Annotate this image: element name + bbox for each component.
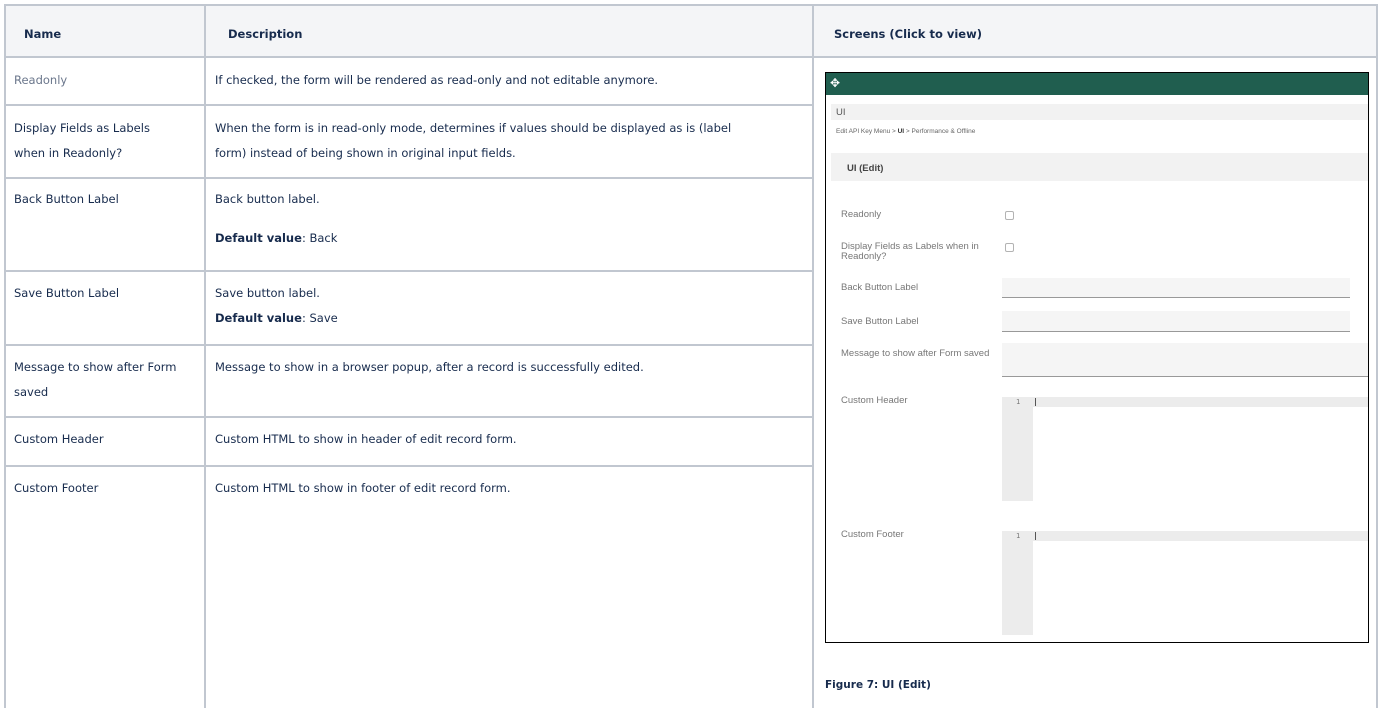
grid-line: [4, 344, 814, 346]
window-titlebar: ✥: [826, 73, 1368, 95]
row-name-save-button: Save Button Label: [14, 286, 120, 300]
back-button-label-input[interactable]: [1002, 278, 1350, 298]
grid-line: [4, 4, 6, 708]
field-label-display-labels: Display Fields as Labels when in Readonl…: [841, 241, 979, 262]
field-label-message: Message to show after Form saved: [841, 348, 990, 359]
row-desc-custom-header: Custom HTML to show in header of edit re…: [215, 432, 517, 446]
row-name-line: saved: [14, 385, 49, 399]
row-desc-display-fields: When the form is in read-only mode, dete…: [215, 116, 731, 166]
table-header: Name Description Screens (Click to view): [4, 4, 1378, 57]
default-value-key: Default value: [215, 231, 302, 245]
default-value: : Save: [301, 311, 338, 325]
grid-line: [4, 4, 1378, 6]
form-title-band: [831, 153, 1368, 181]
row-name-line: Message to show after Form: [14, 360, 177, 374]
field-label-custom-footer: Custom Footer: [841, 529, 904, 540]
message-input[interactable]: [1002, 343, 1368, 377]
custom-header-gutter: [1002, 397, 1033, 501]
header-name: Name: [24, 27, 62, 41]
custom-header-editor-line[interactable]: [1002, 397, 1368, 407]
breadcrumb: Edit API Key Menu > UI > Performance & O…: [836, 128, 975, 135]
save-button-label-input[interactable]: [1002, 311, 1350, 332]
grid-line: [4, 270, 814, 272]
display-labels-checkbox[interactable]: [1005, 243, 1014, 252]
row-desc-line: Save button label.: [215, 286, 320, 300]
grid-line: [4, 177, 814, 179]
custom-footer-editor-line[interactable]: [1002, 531, 1368, 541]
default-value: : Back: [301, 231, 338, 245]
row-desc-back-button: Back button label. Default value: Back: [215, 187, 337, 251]
figure-caption: Figure 7: UI (Edit): [825, 679, 931, 691]
readonly-checkbox[interactable]: [1005, 211, 1014, 220]
row-desc-readonly: If checked, the form will be rendered as…: [215, 73, 659, 87]
field-label-save-button: Save Button Label: [841, 316, 919, 327]
row-desc-line: form) instead of being shown in original…: [215, 146, 516, 160]
grid-line: [4, 56, 1378, 58]
text-cursor: [1035, 398, 1036, 406]
default-value-line: Default value: Save: [215, 306, 338, 331]
grid-line: [4, 104, 814, 106]
default-value-line: Default value: Back: [215, 226, 337, 251]
row-name-custom-header: Custom Header: [14, 432, 104, 446]
header-screens: Screens (Click to view): [834, 27, 982, 41]
text-cursor: [1035, 532, 1036, 540]
grid-line: [4, 416, 814, 418]
header-description: Description: [228, 27, 303, 41]
row-desc-line: Back button label.: [215, 192, 320, 206]
line-number: 1: [1016, 532, 1021, 540]
grid-line: [204, 4, 206, 708]
row-name-custom-footer: Custom Footer: [14, 481, 99, 495]
custom-footer-gutter: [1002, 531, 1033, 635]
grid-line: [812, 4, 814, 708]
row-desc-custom-footer: Custom HTML to show in footer of edit re…: [215, 481, 511, 495]
row-name-message: Message to show after Form saved: [14, 355, 176, 405]
section-title: UI: [836, 107, 846, 118]
row-name-back-button: Back Button Label: [14, 192, 119, 206]
row-name-line: Display Fields as Labels: [14, 121, 150, 135]
row-desc-line: When the form is in read-only mode, dete…: [215, 121, 732, 135]
grid-line: [4, 465, 814, 467]
breadcrumb-prefix: Edit API Key Menu >: [836, 128, 898, 135]
row-name-display-fields: Display Fields as Labels when in Readonl…: [14, 116, 150, 166]
row-name-line: when in Readonly?: [14, 146, 123, 160]
field-label-back-button: Back Button Label: [841, 282, 919, 293]
section-header-band: [831, 104, 1368, 120]
ui-edit-screenshot[interactable]: ✥ UI Edit API Key Menu > UI > Performanc…: [825, 72, 1369, 643]
breadcrumb-suffix: > Performance & Offline: [904, 128, 976, 135]
row-desc-message: Message to show in a browser popup, afte…: [215, 360, 644, 374]
field-label-readonly: Readonly: [841, 209, 882, 220]
default-value-key: Default value: [215, 311, 302, 325]
row-name-readonly: Readonly: [14, 73, 68, 87]
line-number: 1: [1016, 398, 1021, 406]
row-desc-save-button: Save button label. Default value: Save: [215, 281, 338, 331]
field-label-custom-header: Custom Header: [841, 395, 908, 406]
form-title: UI (Edit): [847, 163, 884, 174]
move-arrows-icon: ✥: [830, 76, 841, 90]
